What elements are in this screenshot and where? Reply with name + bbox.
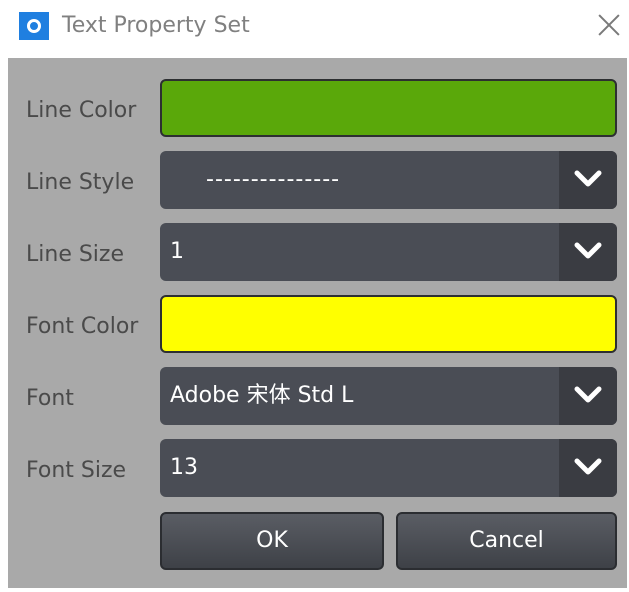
- chevron-down-icon[interactable]: [559, 439, 617, 497]
- font-value: Adobe 宋体 Std L: [170, 383, 354, 408]
- cancel-button[interactable]: Cancel: [396, 512, 617, 570]
- line-size-select[interactable]: 1: [160, 223, 617, 281]
- line-style-value: ---------------: [206, 167, 341, 192]
- font-color-swatch[interactable]: [160, 295, 617, 353]
- line-color-label: Line Color: [26, 98, 137, 123]
- chevron-down-icon[interactable]: [559, 151, 617, 209]
- line-style-select[interactable]: ---------------: [160, 151, 617, 209]
- app-icon: [19, 12, 49, 40]
- line-size-label: Line Size: [26, 242, 125, 267]
- font-select[interactable]: Adobe 宋体 Std L: [160, 367, 617, 425]
- property-panel: Line Color Line Style --------------- Li…: [8, 58, 627, 588]
- font-size-select[interactable]: 13: [160, 439, 617, 497]
- line-color-swatch[interactable]: [160, 79, 617, 137]
- line-style-label: Line Style: [26, 170, 135, 195]
- font-size-value: 13: [170, 455, 198, 480]
- font-color-label: Font Color: [26, 314, 139, 339]
- line-size-value: 1: [170, 239, 184, 264]
- font-size-label: Font Size: [26, 458, 127, 483]
- chevron-down-icon[interactable]: [559, 223, 617, 281]
- font-label: Font: [26, 386, 74, 411]
- chevron-down-icon[interactable]: [559, 367, 617, 425]
- ok-button[interactable]: OK: [160, 512, 384, 570]
- close-icon[interactable]: [594, 10, 624, 40]
- title-bar: Text Property Set: [0, 0, 629, 54]
- window-title: Text Property Set: [62, 13, 250, 38]
